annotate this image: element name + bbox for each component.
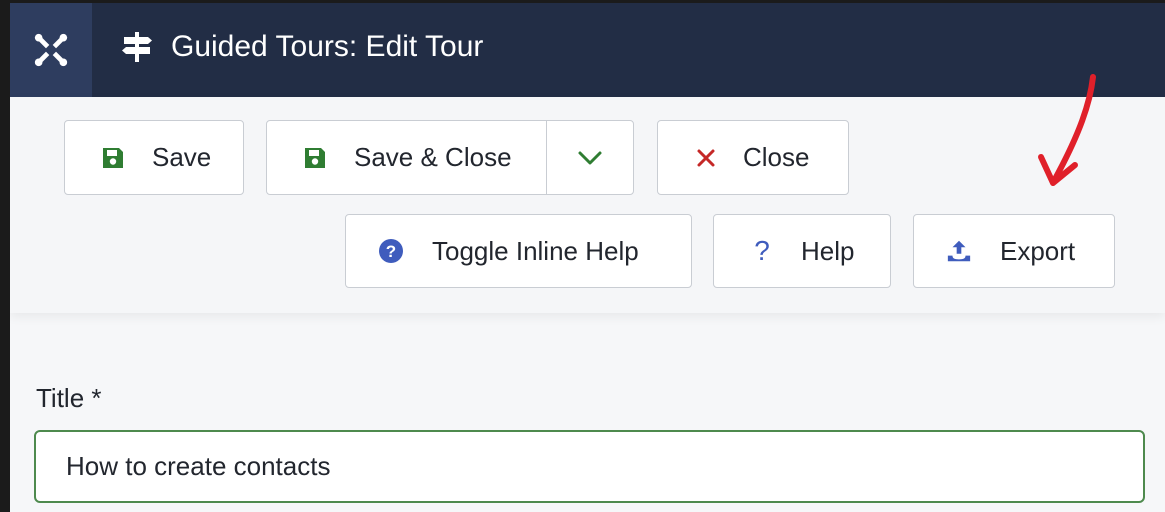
toolbar: Save Save & Close Close ? Toggle Inline … [10, 97, 1165, 313]
title-field-label: Title * [36, 383, 102, 413]
logo-button[interactable] [10, 3, 92, 97]
annotation-arrow-icon [1038, 74, 1096, 186]
close-button-label: Close [743, 142, 810, 172]
save-button[interactable]: Save [64, 120, 244, 195]
joomla-logo-icon [34, 33, 68, 67]
save-button-label: Save [152, 142, 212, 172]
chevron-down-icon [578, 151, 602, 164]
title-input[interactable] [34, 430, 1145, 503]
question-circle-icon: ? [378, 238, 404, 264]
upload-icon [946, 238, 972, 264]
close-icon [693, 145, 719, 171]
save-close-button[interactable]: Save & Close [354, 142, 512, 173]
help-button-label: Help [801, 235, 855, 266]
svg-text:?: ? [754, 237, 770, 265]
save-icon [302, 145, 328, 171]
save-close-split-button: Save & Close [266, 120, 634, 195]
save-options-dropdown-toggle[interactable] [547, 121, 633, 194]
svg-text:?: ? [386, 242, 396, 261]
save-icon [100, 145, 126, 171]
export-button[interactable]: Export [913, 214, 1115, 288]
help-button[interactable]: ? Help [713, 214, 891, 288]
toggle-inline-help-label: Toggle Inline Help [432, 235, 639, 266]
page-title: Guided Tours: Edit Tour [171, 30, 484, 63]
close-button[interactable]: Close [657, 120, 849, 195]
app-window: Guided Tours: Edit Tour Save Save & Clos… [10, 3, 1165, 512]
export-button-label: Export [1000, 235, 1076, 266]
question-icon: ? [749, 237, 775, 265]
toggle-inline-help-button[interactable]: ? Toggle Inline Help [345, 214, 692, 288]
signpost-icon [122, 32, 152, 62]
header-bar: Guided Tours: Edit Tour [10, 3, 1165, 97]
